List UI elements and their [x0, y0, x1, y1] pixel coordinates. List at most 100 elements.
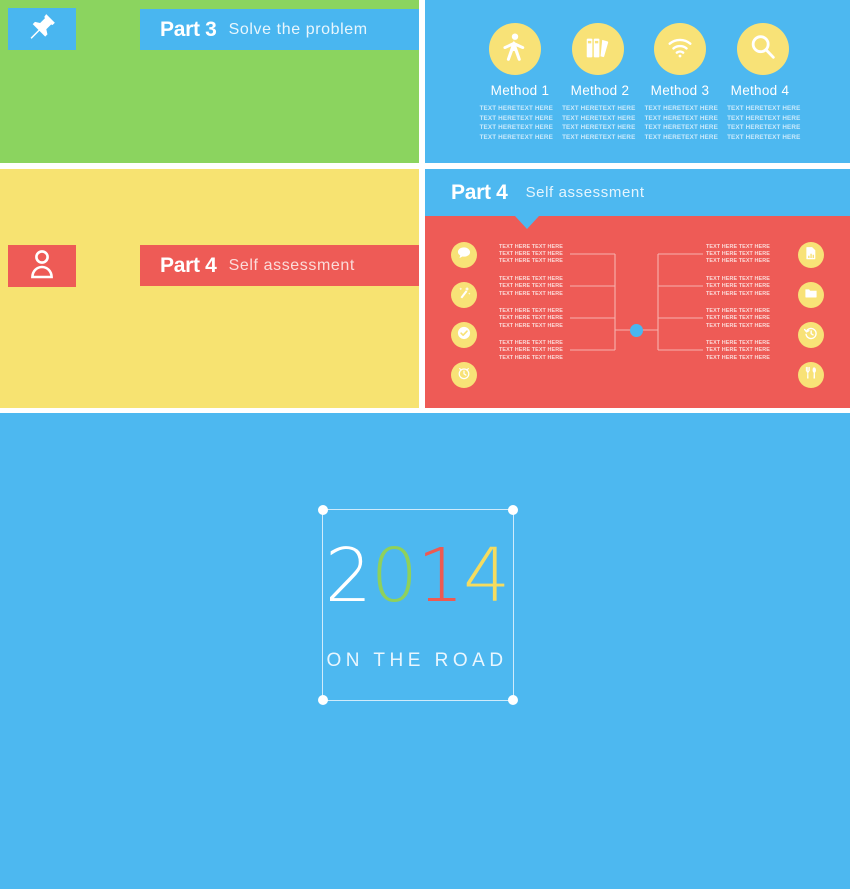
diagram-text-line: TEXT HERE TEXT HERE	[706, 347, 770, 354]
part4-number: Part 4	[160, 253, 217, 277]
method-body-cell: TEXT HERETEXT HERE	[644, 124, 718, 132]
method-body-cell: TEXT HERETEXT HERE	[562, 124, 636, 132]
method-body-cell: TEXT HERETEXT HERE	[727, 105, 801, 112]
method-2-circle[interactable]	[571, 23, 624, 75]
diagram-icon-alarm-clock[interactable]	[451, 362, 477, 388]
diagram-text-line: TEXT HERE TEXT HERE	[706, 322, 770, 329]
slide-part3-green[interactable]: Part 3 Solve the problem	[0, 0, 419, 163]
method-body-row: TEXT HERETEXT HERE TEXT HERETEXT HERE TEXT…	[475, 133, 805, 143]
method-body-cell: TEXT HERETEXT HERE	[727, 133, 801, 141]
method-body-cell: TEXT HERETEXT HERE	[479, 105, 553, 112]
part4-title-bar[interactable]: Part 4 Self assessment	[140, 245, 419, 286]
alarm-clock-icon	[456, 365, 472, 386]
diagram-text-block-right: TEXT HERE TEXT HERE TEXT HERE TEXT HERE TE…	[706, 308, 826, 330]
part3-subtitle: Solve the problem	[228, 20, 368, 38]
diagram-icon-magic-wand[interactable]	[451, 282, 477, 308]
diagram-text-block-right: TEXT HERE TEXT HERE TEXT HERE TEXT HERE TE…	[706, 276, 826, 298]
diagram-text-line: TEXT HERE TEXT HERE	[499, 340, 563, 347]
method-3-circle[interactable]	[654, 23, 707, 75]
method-body-cell: TEXT HERETEXT HERE	[562, 114, 636, 122]
diagram-text-block-left: TEXT HERE TEXT HERE TEXT HERE TEXT HERE TE…	[499, 308, 619, 330]
diagram-text-line: TEXT HERE TEXT HERE	[499, 322, 563, 329]
diagram-left-icon-column	[451, 242, 477, 402]
accessibility-person-icon	[500, 32, 530, 67]
search-icon	[748, 32, 778, 67]
cover-year-digit: 0	[370, 533, 418, 619]
diagram-text-line: TEXT HERE TEXT HERE	[499, 244, 563, 250]
magic-wand-icon	[456, 285, 472, 306]
method-label-4: Method 4	[730, 83, 790, 98]
diagram-text-line: TEXT HERE TEXT HERE	[706, 308, 770, 315]
diagram-text-line: TEXT HERE TEXT HERE	[706, 276, 770, 283]
method-body-cell: TEXT HERETEXT HERE	[644, 114, 718, 122]
diagram-icon-check-circle[interactable]	[451, 322, 477, 348]
method-body-cell: TEXT HERETEXT HERE	[479, 133, 553, 141]
diagram-text-line: TEXT HERE TEXT HERE	[499, 290, 563, 297]
check-circle-icon	[456, 325, 472, 346]
method-label-3: Method 3	[650, 83, 710, 98]
diagram-text-line: TEXT HERE TEXT HERE	[706, 244, 770, 250]
method-body-cell: TEXT HERETEXT HERE	[562, 133, 636, 141]
diagram-left-text-blocks: TEXT HERE TEXT HERE TEXT HERE TEXT HERE TE…	[499, 244, 619, 372]
diagram-text-block-left: TEXT HERE TEXT HERE TEXT HERE TEXT HERE TE…	[499, 244, 619, 266]
person-badge[interactable]	[8, 245, 76, 287]
part4-subtitle: Self assessment	[228, 256, 355, 274]
cover-tagline: ON THE ROAD	[326, 650, 508, 671]
person-icon	[29, 249, 55, 284]
method-label-2: Method 2	[570, 83, 630, 98]
diagram-text-line: TEXT HERE TEXT HERE	[499, 283, 563, 290]
diagram-text-line: TEXT HERE TEXT HERE	[706, 354, 770, 361]
diagram-text-line: TEXT HERE TEXT HERE	[706, 340, 770, 347]
frame-corner-dot-br	[508, 695, 518, 705]
method-body-cell: TEXT HERETEXT HERE	[644, 105, 718, 112]
diagram-text-line: TEXT HERE TEXT HERE	[499, 258, 563, 265]
part3-title-bar[interactable]: Part 3 Solve the problem	[140, 9, 419, 50]
method-1-circle[interactable]	[489, 23, 541, 75]
slide-cover-2014[interactable]: 2014 ON THE ROAD	[0, 413, 850, 889]
frame-corner-dot-bl	[318, 695, 328, 705]
wifi-icon	[665, 32, 695, 67]
diagram-text-line: TEXT HERE TEXT HERE	[706, 315, 770, 322]
books-icon	[583, 32, 613, 67]
cover-year-digit: 4	[463, 533, 510, 619]
frame-corner-dot-tl	[318, 505, 328, 515]
diagram-text-line: TEXT HERE TEXT HERE	[706, 258, 770, 265]
method-body-cell: TEXT HERETEXT HERE	[562, 105, 636, 112]
method-body-cell: TEXT HERETEXT HERE	[727, 124, 801, 132]
slide-methods-blue[interactable]: Method 1 Method 2 Method 3 Method 4 TEXT…	[425, 0, 850, 163]
method-4-circle[interactable]	[736, 23, 789, 75]
diagram-text-line: TEXT HERE TEXT HERE	[706, 283, 770, 290]
method-body-row: TEXT HERETEXT HERE TEXT HERETEXT HERE TEXT…	[475, 123, 805, 133]
method-body-row: TEXT HERETEXT HERE TEXT HERETEXT HERE TEXT…	[475, 114, 805, 124]
method-body-cell: TEXT HERETEXT HERE	[479, 114, 553, 122]
diagram-text-block-right: TEXT HERE TEXT HERE TEXT HERE TEXT HERE TE…	[706, 244, 826, 266]
method-body-cell: TEXT HERETEXT HERE	[644, 133, 718, 141]
diagram-center-node[interactable]	[630, 324, 643, 337]
diagram-text-block-left: TEXT HERE TEXT HERE TEXT HERE TEXT HERE TE…	[499, 340, 619, 362]
cover-year-digit: 2	[324, 533, 372, 619]
slide-deck-canvas: Part 3 Solve the problem Method 1 Method…	[0, 0, 850, 889]
method-icon-row	[489, 18, 789, 80]
method-body-cell: TEXT HERETEXT HERE	[727, 114, 801, 122]
slide-selfassessment-diagram[interactable]: Part 4 Self assessment TEXT HERE TEXT HE…	[425, 169, 850, 408]
diagram-text-line: TEXT HERE TEXT HERE	[499, 308, 563, 315]
diagram-icon-speech-bubble[interactable]	[451, 242, 477, 268]
diagram-text-line: TEXT HERE TEXT HERE	[499, 276, 563, 283]
pushpin-icon	[27, 12, 57, 47]
diagram-text-line: TEXT HERE TEXT HERE	[706, 290, 770, 297]
diagram-text-block-right: TEXT HERE TEXT HERE TEXT HERE TEXT HERE TE…	[706, 340, 826, 362]
method-label-row: Method 1 Method 2 Method 3 Method 4	[480, 83, 800, 98]
method-label-1: Method 1	[490, 83, 550, 98]
method-body-row: TEXT HERETEXT HERE TEXT HERETEXT HERE TEXT…	[475, 104, 805, 114]
diagram-text-line: TEXT HERE TEXT HERE	[499, 354, 563, 361]
speech-bubble-icon	[456, 245, 472, 266]
diagram-text-line: TEXT HERE TEXT HERE	[499, 251, 563, 258]
pushpin-badge[interactable]	[8, 8, 76, 50]
part3-number: Part 3	[160, 17, 217, 41]
frame-corner-dot-tr	[508, 505, 518, 515]
cover-year: 2014	[322, 539, 512, 613]
slide-part4-yellow[interactable]: Part 4 Self assessment	[0, 169, 419, 408]
diagram-right-text-blocks: TEXT HERE TEXT HERE TEXT HERE TEXT HERE TE…	[706, 244, 826, 372]
diagram-text-line: TEXT HERE TEXT HERE	[499, 315, 563, 322]
diagram-text-line: TEXT HERE TEXT HERE	[499, 347, 563, 354]
